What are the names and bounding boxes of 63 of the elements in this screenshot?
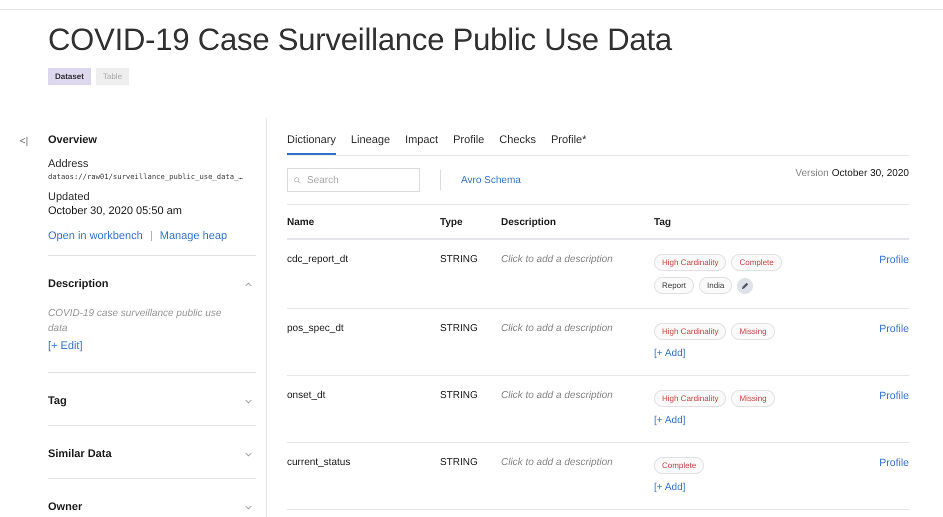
section-heading: Overview — [48, 134, 98, 146]
add-tag-link[interactable]: [+ Add] — [654, 482, 880, 493]
add-tag-link[interactable]: [+ Add] — [654, 348, 880, 359]
table-cell-text: STRING — [440, 323, 479, 334]
description-text: COVID-19 case surveillance public use data — [48, 307, 222, 336]
search-field[interactable]: Search — [287, 168, 420, 192]
table-cell-text: pos_spec_dt — [287, 323, 345, 334]
type-badge[interactable]: Dataset — [48, 68, 91, 85]
pencil-icon[interactable] — [737, 278, 754, 294]
column-header: Name — [287, 217, 316, 228]
profile-link[interactable]: Profile — [879, 457, 909, 469]
column-header: Tag — [654, 217, 672, 228]
profile-link[interactable]: Profile — [879, 390, 909, 402]
updated-value: October 30, 2020 05:50 am — [48, 205, 183, 217]
table-cell-text: STRING — [440, 457, 479, 468]
section-heading: Description — [48, 278, 109, 290]
page-title: COVID-19 Case Surveillance Public Use Data — [48, 22, 674, 58]
chevron-icon[interactable] — [245, 398, 252, 404]
tab[interactable]: Profile — [453, 134, 484, 155]
chevron-icon[interactable] — [245, 282, 252, 286]
status-tag: High Cardinality — [654, 390, 726, 407]
section-heading: Similar Data — [48, 448, 112, 460]
table-cell-text: cdc_report_dt — [287, 254, 350, 265]
tab[interactable]: Lineage — [350, 134, 390, 155]
status-tag: Missing — [731, 390, 775, 407]
sidebar-link[interactable]: Open in workbench — [48, 230, 143, 242]
sidebar-link[interactable]: Manage heap — [160, 230, 228, 242]
tab[interactable]: Impact — [405, 134, 438, 155]
add-tag-link[interactable]: [+ Add] — [654, 415, 880, 426]
status-tag: Complete — [654, 457, 704, 474]
chevron-icon[interactable] — [245, 504, 252, 510]
description-placeholder[interactable]: Click to add a description — [501, 323, 654, 334]
profile-link[interactable]: Profile — [879, 323, 909, 335]
status-tag: Complete — [731, 254, 782, 271]
collapse-toggle[interactable]: <| — [0, 118, 48, 147]
version-label: Version — [795, 168, 829, 179]
table-cell-text: current_status — [287, 457, 352, 468]
schema-link[interactable]: Avro Schema — [461, 174, 521, 186]
version-value: October 30, 2020 — [832, 168, 909, 179]
tab[interactable]: Dictionary — [287, 134, 336, 155]
description-placeholder[interactable]: Click to add a description — [501, 457, 654, 468]
column-header: Type — [440, 217, 464, 228]
chevron-icon[interactable] — [245, 452, 252, 456]
table-cell-text: STRING — [440, 390, 479, 401]
field-label: Address — [48, 158, 90, 170]
field-label: Updated — [48, 191, 91, 203]
status-tag: High Cardinality — [654, 254, 726, 271]
tab[interactable]: Checks — [499, 134, 536, 155]
profile-link[interactable]: Profile — [879, 254, 909, 266]
description-placeholder[interactable]: Click to add a description — [501, 390, 654, 401]
table-cell-text: onset_dt — [287, 390, 326, 401]
description-placeholder[interactable]: Click to add a description — [501, 254, 654, 265]
tag-chip: Report — [654, 277, 694, 294]
table-cell-text: STRING — [440, 254, 479, 265]
status-tag: High Cardinality — [654, 323, 726, 340]
tag-chip: India — [699, 277, 732, 294]
section-heading: Tag — [48, 395, 67, 407]
search-icon — [294, 177, 301, 184]
edit-link[interactable]: [+ Edit] — [48, 340, 83, 352]
tab[interactable]: Profile* — [550, 134, 586, 155]
section-heading: Owner — [48, 501, 82, 513]
column-header: Description — [501, 217, 558, 228]
status-tag: Missing — [731, 323, 775, 340]
